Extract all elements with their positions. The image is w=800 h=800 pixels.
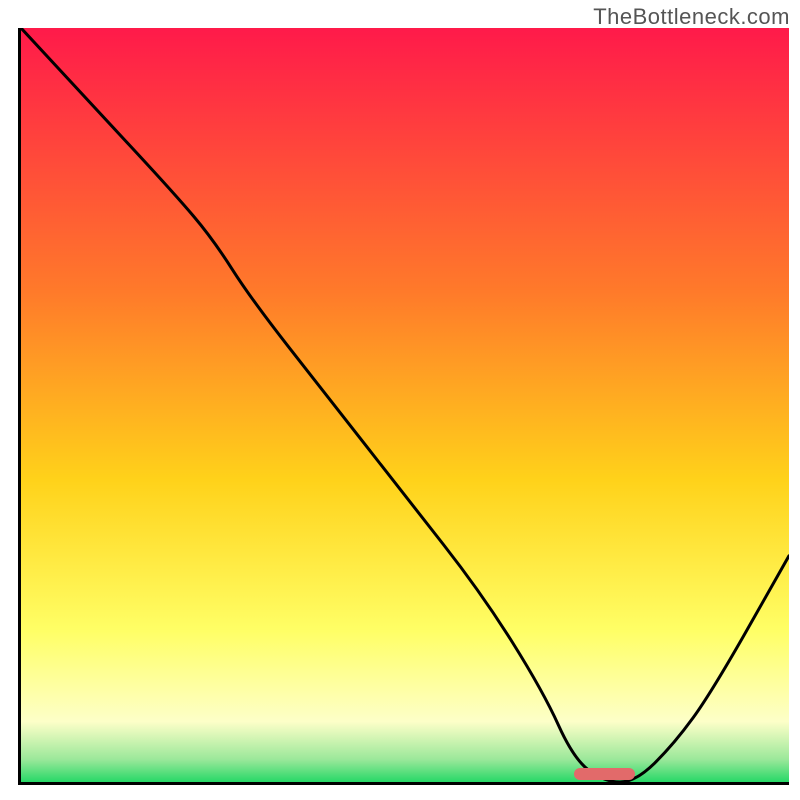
plot-area	[18, 28, 789, 785]
chart-root: TheBottleneck.com	[0, 0, 800, 800]
watermark-text: TheBottleneck.com	[593, 4, 790, 30]
optimal-range-marker	[574, 768, 635, 780]
bottleneck-curve	[21, 28, 789, 782]
